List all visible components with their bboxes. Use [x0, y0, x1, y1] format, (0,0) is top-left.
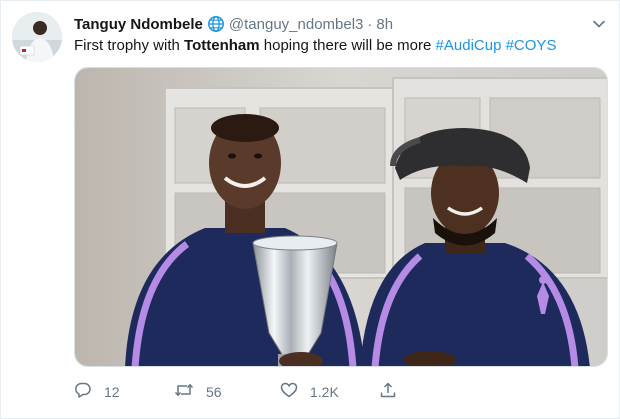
globe-icon	[207, 15, 225, 33]
like-count: 1.2K	[310, 383, 339, 400]
avatar[interactable]	[12, 12, 62, 62]
tweet-header: Tanguy Ndombele @tanguy_ndombel3 · 8h	[74, 14, 579, 34]
author-handle[interactable]: @tanguy_ndombel3	[229, 16, 364, 33]
reply-icon	[74, 381, 104, 402]
text-segment: First trophy with	[74, 37, 185, 54]
share-icon	[379, 381, 409, 402]
photo-illustration	[75, 68, 607, 366]
tweet-photo[interactable]	[74, 67, 608, 367]
reply-count: 12	[104, 383, 120, 400]
tweet-timestamp[interactable]: 8h	[376, 16, 393, 33]
text-bold-segment: Tottenham	[184, 37, 260, 54]
share-button[interactable]	[379, 381, 409, 402]
retweet-button[interactable]: 56	[174, 381, 222, 402]
tweet-actions: 12 56 1.2K	[74, 381, 514, 405]
hashtag-link[interactable]: #COYS	[506, 37, 557, 54]
avatar-image	[12, 12, 62, 62]
meta-separator: ·	[367, 15, 373, 33]
tweet-card[interactable]: Tanguy Ndombele @tanguy_ndombel3 · 8h Fi…	[0, 0, 620, 419]
like-button[interactable]: 1.2K	[280, 381, 339, 402]
chevron-down-icon[interactable]	[591, 16, 607, 32]
heart-icon	[280, 381, 310, 402]
tweet-text: First trophy with Tottenham hoping there…	[74, 36, 599, 56]
author-name[interactable]: Tanguy Ndombele	[74, 16, 203, 33]
retweet-icon	[174, 381, 206, 402]
retweet-count: 56	[206, 383, 222, 400]
hashtag-link[interactable]: #AudiCup	[436, 37, 502, 54]
reply-button[interactable]: 12	[74, 381, 120, 402]
text-segment: hoping there will be more	[259, 37, 436, 54]
